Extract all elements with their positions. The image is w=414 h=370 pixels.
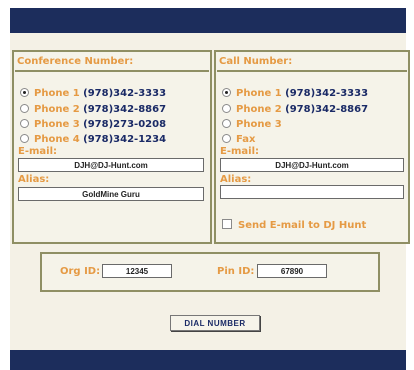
bottom-banner — [10, 350, 406, 370]
radio-icon[interactable] — [222, 118, 231, 128]
radio-icon[interactable] — [20, 133, 29, 143]
conference-header: Conference Number: — [15, 53, 209, 72]
dial-number-button[interactable]: Dial Number — [170, 315, 260, 331]
phone-label: Phone 4 — [34, 134, 80, 145]
call-panel: Call Number: Phone 1 (978)342-3333 Phone… — [214, 50, 410, 244]
phone-label: Phone 1 — [236, 88, 282, 99]
radio-selected-icon[interactable] — [222, 87, 231, 97]
call-email-field[interactable] — [220, 158, 404, 172]
phone-number: (978)342-1234 — [83, 134, 167, 145]
pin-id-field[interactable] — [257, 264, 327, 278]
phone-label: Phone 3 — [236, 119, 282, 130]
org-id-field[interactable] — [102, 264, 172, 278]
call-header: Call Number: — [217, 53, 407, 72]
conference-phone-4-option[interactable]: Phone 4 (978)342-1234 — [20, 133, 167, 146]
phone-label: Phone 3 — [34, 119, 80, 130]
conference-phone-3-option[interactable]: Phone 3 (978)273-0208 — [20, 118, 167, 131]
radio-icon[interactable] — [20, 118, 29, 128]
conference-alias-field[interactable] — [18, 187, 204, 201]
call-phone-3-option[interactable]: Phone 3 — [222, 118, 282, 131]
phone-number: (978)273-0208 — [83, 119, 167, 130]
call-phone-1-option[interactable]: Phone 1 (978)342-3333 — [222, 87, 369, 100]
call-alias-field[interactable] — [220, 185, 404, 199]
radio-icon[interactable] — [222, 133, 231, 143]
phone-number: (978)342-3333 — [285, 88, 369, 99]
radio-icon[interactable] — [222, 103, 231, 113]
conference-phone-2-option[interactable]: Phone 2 (978)342-8867 — [20, 103, 167, 116]
checkbox-icon[interactable] — [222, 219, 232, 229]
conference-email-label: E-mail: — [18, 146, 58, 157]
phone-number: (978)342-8867 — [285, 104, 369, 115]
phone-number: (978)342-3333 — [83, 88, 167, 99]
call-email-label: E-mail: — [220, 146, 260, 157]
radio-icon[interactable] — [20, 103, 29, 113]
send-email-label: Send E-mail to DJ Hunt — [238, 220, 367, 231]
phone-label: Phone 1 — [34, 88, 80, 99]
send-email-checkbox-row[interactable]: Send E-mail to DJ Hunt — [222, 219, 367, 232]
conference-alias-label: Alias: — [18, 174, 50, 185]
conference-email-field[interactable] — [18, 158, 204, 172]
radio-selected-icon[interactable] — [20, 87, 29, 97]
top-banner — [10, 8, 406, 33]
call-alias-label: Alias: — [220, 174, 252, 185]
call-fax-option[interactable]: Fax — [222, 133, 256, 146]
conference-panel: Conference Number: Phone 1 (978)342-3333… — [12, 50, 212, 244]
phone-label: Phone 2 — [236, 104, 282, 115]
call-phone-2-option[interactable]: Phone 2 (978)342-8867 — [222, 103, 369, 116]
org-id-label: Org ID: — [60, 266, 101, 277]
id-panel: Org ID: Pin ID: — [40, 252, 380, 292]
conference-phone-1-option[interactable]: Phone 1 (978)342-3333 — [20, 87, 167, 100]
phone-label: Phone 2 — [34, 104, 80, 115]
phone-number: (978)342-8867 — [83, 104, 167, 115]
phone-label: Fax — [236, 134, 256, 145]
pin-id-label: Pin ID: — [217, 266, 255, 277]
